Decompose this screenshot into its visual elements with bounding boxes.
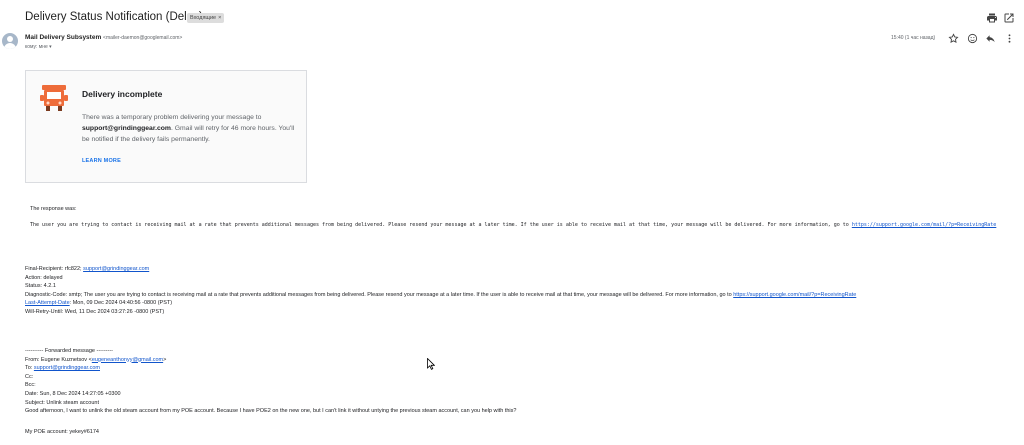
delivery-truck-icon [38,83,70,115]
email-subject: Delivery Status Notification (Delay) [25,11,203,23]
card-text-start: There was a temporary problem delivering… [82,114,262,121]
inbox-label-chip[interactable]: Входящие × [187,13,225,23]
remove-label-icon[interactable]: × [218,15,221,21]
chevron-down-icon[interactable]: ▾ [49,44,52,50]
final-recipient-line: Final-Recipient: rfc822; support@grindin… [25,265,856,274]
email-time: 15:40 (1 час назад) [891,35,936,41]
card-recipient: support@grindinggear.com [82,125,171,132]
forwarded-message: ---------- Forwarded message --------- F… [25,347,516,416]
print-icon[interactable] [986,12,998,24]
emoji-icon[interactable] [966,33,978,45]
diagnostic-block: Final-Recipient: rfc822; support@grindin… [25,265,856,317]
from-end: > [163,356,167,363]
sender-line: Mail Delivery Subsystem <mailer-daemon@g… [25,34,182,41]
will-retry-line: Will-Retry-Until: Wed, 11 Dec 2024 03:27… [25,308,165,315]
forwarded-body: Good afternoon, I want to unlink the old… [25,408,517,415]
forwarded-to: To: support@grindinggear.com [25,364,516,373]
delivery-incomplete-card: Delivery incomplete There was a temporar… [25,70,307,183]
sender-email: <mailer-daemon@googlemail.com> [103,35,183,41]
diagnostic-code-text: Diagnostic-Code: smtp; The user you are … [25,291,734,298]
reply-icon[interactable] [984,33,996,45]
forwarded-from: From: Eugene Kuznetsov <eugeneanthonyy@g… [25,356,516,365]
final-recipient-link[interactable]: support@grindinggear.com [83,266,149,272]
diagnostic-link[interactable]: https://support.google.com/mail/?p=Recei… [733,292,856,298]
last-attempt-label[interactable]: Last-Attempt-Date [25,300,70,306]
learn-more-link[interactable]: LEARN MORE [82,158,121,164]
open-in-new-window-icon[interactable] [1003,12,1015,24]
to-email-link[interactable]: support@grindinggear.com [34,365,100,371]
email-header: Delivery Status Notification (Delay) Вхо… [0,0,1024,30]
response-label: The response was: [30,206,77,212]
response-text: The user you are trying to contact is re… [30,221,1015,230]
inbox-label: Входящие [190,15,217,21]
forwarded-cc: Cc: [25,373,34,380]
poe-account-line: My POE account: yekey#6174 [25,429,99,435]
from-email-link[interactable]: eugeneanthonyy@gmail.com [92,357,163,363]
response-link[interactable]: https://support.google.com/mail/?p=Recei… [852,222,997,228]
forwarded-header: ---------- Forwarded message --------- [25,348,113,354]
sender-name[interactable]: Mail Delivery Subsystem [25,34,101,41]
last-attempt-line: Last-Attempt-Date: Mon, 09 Dec 2024 04:4… [25,299,856,308]
recipient-details[interactable]: кому: мне ▾ [25,44,52,50]
star-icon[interactable] [947,33,959,45]
forwarded-bcc: Bcc: [25,382,36,389]
card-title: Delivery incomplete [82,89,163,99]
to-label: To: [25,365,34,372]
card-message: There was a temporary problem delivering… [82,112,297,145]
action-line: Action: delayed [25,274,63,281]
sender-avatar[interactable] [2,33,18,49]
forwarded-subject: Subject: Unlink steam account [25,399,99,406]
final-recipient-label: Final-Recipient: rfc822; [25,266,84,272]
mouse-cursor-icon [427,357,436,370]
response-message: The user you are trying to contact is re… [30,222,852,228]
status-line: Status: 4.2.1 [25,283,56,290]
to-me-label: кому: мне [25,44,48,50]
from-label: From: Eugene Kuznetsov < [25,356,92,363]
last-attempt-value: : Mon, 09 Dec 2024 04:40:56 -0800 (PST) [69,300,173,307]
more-vertical-icon[interactable] [1003,33,1015,45]
forwarded-date: Date: Sun, 8 Dec 2024 14:27:05 +0300 [25,390,121,397]
diagnostic-code-line: Diagnostic-Code: smtp; The user you are … [25,291,856,300]
